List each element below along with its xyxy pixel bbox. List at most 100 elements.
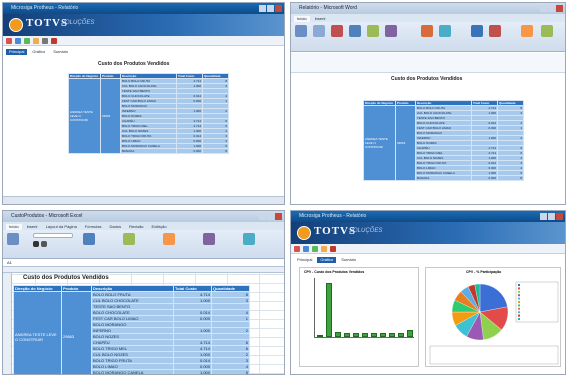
- bar-plot-area: [314, 278, 414, 338]
- cell-qty: 8: [497, 175, 524, 181]
- filter-icon[interactable]: [521, 25, 533, 37]
- protheus-chart-window: Microsiga Protheus - Relatório TOTVS SOL…: [290, 210, 566, 375]
- product-code: 29663: [395, 105, 416, 181]
- bar: [361, 332, 369, 337]
- excel-icon[interactable]: [24, 37, 30, 44]
- cell-cost: 1.000: [173, 369, 212, 374]
- format-icon[interactable]: [439, 25, 451, 37]
- copy-icon[interactable]: [313, 25, 325, 37]
- legend-swatch: [518, 318, 520, 320]
- zoom-icon[interactable]: [42, 37, 48, 44]
- maximize-icon[interactable]: [267, 213, 274, 220]
- cut-icon[interactable]: [331, 25, 343, 37]
- paste-icon[interactable]: [7, 233, 19, 245]
- window-title: Microsiga Protheus - Relatório: [3, 3, 284, 14]
- number-format-icon[interactable]: [123, 233, 135, 245]
- report-title: Custo dos Produtos Vendidos: [98, 61, 170, 67]
- protheus-report-window: Microsiga Protheus - Relatório TOTVS SOL…: [2, 2, 285, 205]
- pie-legend: [515, 281, 559, 323]
- legend-swatch: [518, 314, 520, 317]
- excel-icon[interactable]: [312, 245, 318, 252]
- save-icon[interactable]: [303, 245, 309, 252]
- name-box[interactable]: A1: [7, 260, 12, 265]
- brand-banner: TOTVS SOLUÇÕES: [291, 222, 565, 244]
- report-toolbar: [291, 244, 565, 254]
- paste-icon[interactable]: [295, 25, 307, 37]
- close-icon[interactable]: [275, 213, 282, 220]
- pdf-icon[interactable]: [330, 245, 336, 252]
- italic-icon[interactable]: [41, 241, 47, 247]
- legend-swatch: [518, 290, 520, 293]
- tab-principal[interactable]: Principal: [6, 49, 28, 55]
- bar: [407, 330, 414, 337]
- export-icon[interactable]: [33, 37, 39, 44]
- font-select[interactable]: [33, 233, 73, 238]
- sort-filter-icon[interactable]: [243, 233, 255, 245]
- close-icon[interactable]: [275, 5, 282, 12]
- formula-bar[interactable]: A1: [3, 259, 284, 267]
- minimize-icon[interactable]: [540, 213, 547, 220]
- tab-sumario[interactable]: Sumário: [338, 257, 359, 263]
- tab-principal[interactable]: Principal: [294, 257, 315, 263]
- report-tabs: Principal Gráfico Sumário: [3, 47, 284, 55]
- table-icon[interactable]: [471, 25, 483, 37]
- column-header: Direção do Negócio: [68, 73, 101, 79]
- minimize-icon[interactable]: [259, 5, 266, 12]
- bold-icon[interactable]: [33, 241, 39, 247]
- bar-chart-panel: CPV - Custo dos Produtos Vendidos: [299, 267, 419, 367]
- tab-grafico[interactable]: Gráfico: [29, 49, 48, 55]
- report-tabs: Principal Gráfico Sumário: [291, 255, 565, 263]
- chart-icon[interactable]: [489, 25, 501, 37]
- export-icon[interactable]: [321, 245, 327, 252]
- sheet-table: Direção do Negócio Produto Descrição Total …: [13, 285, 250, 374]
- maximize-icon[interactable]: [548, 5, 555, 12]
- tab-sumario[interactable]: Sumário: [50, 49, 71, 55]
- window-title: Microsiga Protheus - Relatório: [291, 211, 565, 222]
- sort-icon[interactable]: [541, 25, 553, 37]
- tab-grafico[interactable]: Gráfico: [317, 257, 337, 263]
- bar: [389, 332, 396, 337]
- ribbon-tabs: Início Inserir: [291, 14, 565, 22]
- brand-subtitle: SOLUÇÕES: [349, 228, 383, 234]
- legend-swatch: [518, 311, 520, 314]
- select-icon[interactable]: [385, 25, 397, 37]
- report-table: Direção do Negócio Produto Descrição Total …: [363, 100, 524, 181]
- group-label: ANDREA TESTE LEVE O CONSTRUIR: [68, 78, 101, 154]
- maximize-icon[interactable]: [548, 213, 555, 220]
- row-numbers: [3, 273, 12, 374]
- insert-cells-icon[interactable]: [203, 233, 215, 245]
- brand-subtitle: SOLUÇÕES: [61, 20, 95, 26]
- group-label: ANDREA TESTE LEVE O CONSTRUIR: [363, 105, 396, 181]
- align-icon[interactable]: [83, 233, 95, 245]
- cell-desc: BANANA: [120, 148, 177, 154]
- report-title: Custo dos Produtos Vendidos: [391, 76, 463, 82]
- close-icon[interactable]: [556, 5, 563, 12]
- close-icon[interactable]: [556, 213, 563, 220]
- legend-swatch: [518, 307, 520, 310]
- save-icon[interactable]: [15, 37, 21, 44]
- bar: [316, 335, 323, 337]
- cell-cost: 0.000: [471, 175, 498, 181]
- pie-chart: [429, 281, 559, 365]
- print-icon[interactable]: [294, 245, 300, 252]
- bar: [343, 332, 350, 337]
- bar: [398, 332, 405, 337]
- bottom-legend: [429, 345, 559, 365]
- product-code: 29663: [100, 78, 121, 154]
- maximize-icon[interactable]: [267, 5, 274, 12]
- minimize-icon[interactable]: [259, 213, 266, 220]
- cell-desc: BOLO MORANGO CANELA: [91, 369, 174, 374]
- pdf-icon[interactable]: [51, 37, 57, 44]
- word-ribbon: [291, 22, 565, 52]
- replace-icon[interactable]: [367, 25, 379, 37]
- ribbon-tabs: Início Inserir Layout da Página Fórmulas Dad…: [3, 222, 284, 230]
- document-header-area: [291, 53, 565, 73]
- print-icon[interactable]: [6, 37, 12, 44]
- bar: [371, 332, 378, 337]
- sheet-title: Custo dos Produtos Vendidos: [23, 275, 109, 281]
- styles-icon[interactable]: [421, 25, 433, 37]
- find-icon[interactable]: [349, 25, 361, 37]
- conditional-format-icon[interactable]: [163, 233, 175, 245]
- minimize-icon[interactable]: [540, 5, 547, 12]
- excel-window: CustoProdutos - Microsoft Excel Início In…: [2, 210, 285, 375]
